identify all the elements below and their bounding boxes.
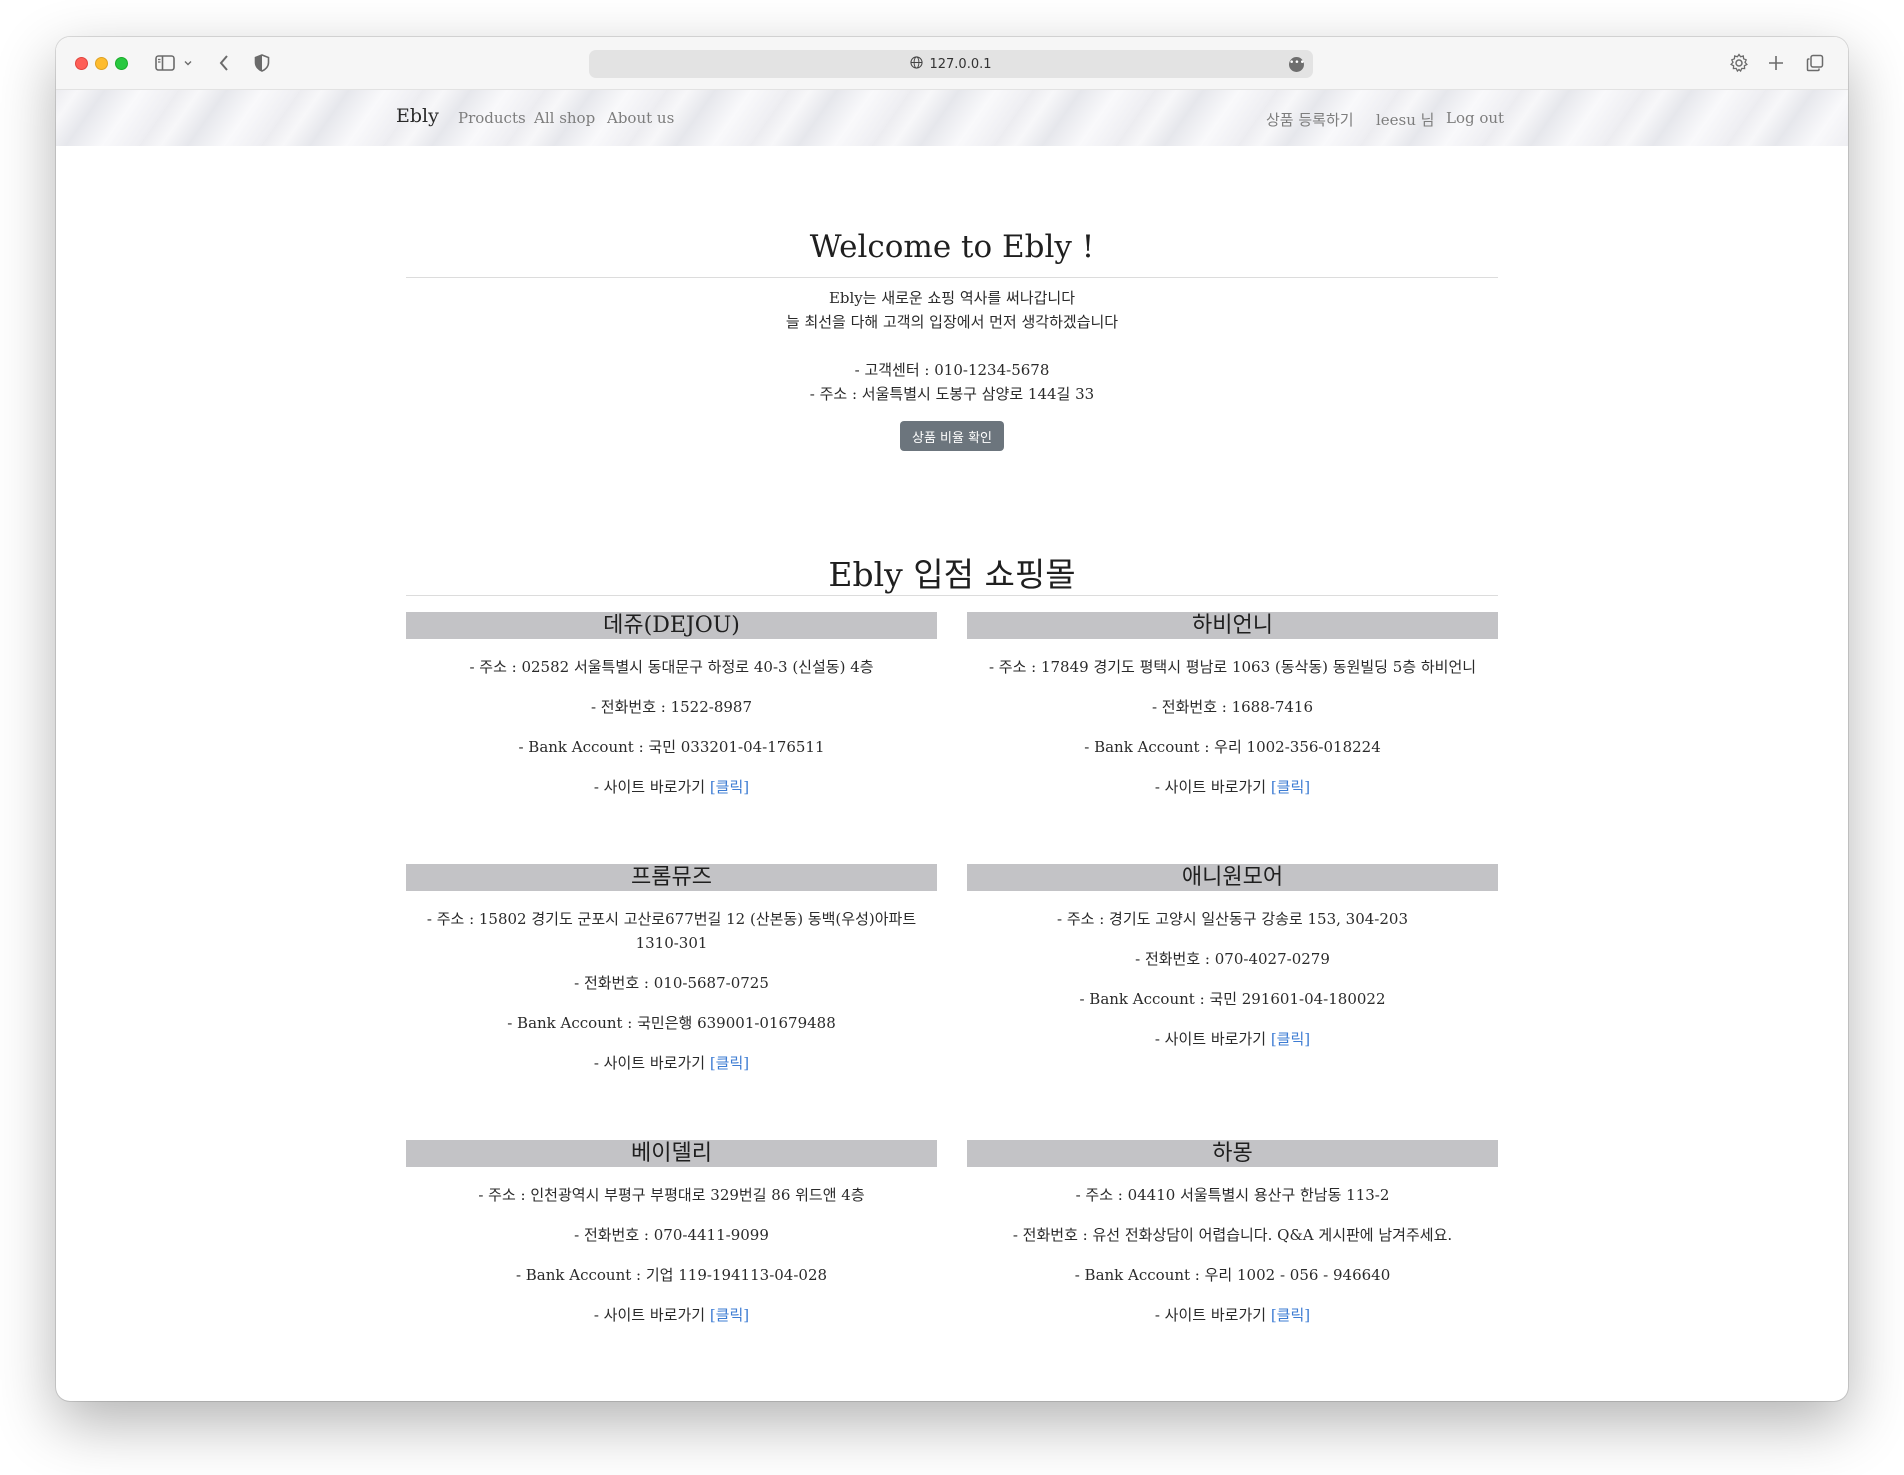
site-link-label: - 사이트 바로가기 [1154, 778, 1271, 796]
mall-site-row: - 사이트 바로가기 [클릭] [979, 775, 1486, 799]
mall-site-row: - 사이트 바로가기 [클릭] [418, 1051, 925, 1075]
mall-bank-account: - Bank Account : 우리 1002-356-018224 [1084, 738, 1381, 756]
back-arrow-icon[interactable] [214, 51, 234, 75]
mall-name: 데쥬(DEJOU) [406, 612, 937, 639]
mall-address: - 주소 : 02582 서울특별시 동대문구 하정로 40-3 (신설동) 4… [469, 658, 874, 676]
customer-center: - 고객센터 : 010-1234-5678 [854, 361, 1050, 379]
sidebar-toggle-icon[interactable] [154, 51, 176, 75]
browser-window: 127.0.0.1 ••• Ebly Products All shop Abo… [56, 37, 1848, 1401]
nav-user[interactable]: leesu 님 [1376, 109, 1434, 130]
mall-card: 프롬뮤즈 - 주소 : 15802 경기도 군포시 고산로677번길 12 (산… [406, 864, 937, 1075]
mall-site-row: - 사이트 바로가기 [클릭] [979, 1303, 1486, 1327]
mall-site-row: - 사이트 바로가기 [클릭] [979, 1027, 1486, 1051]
mall-bank-account: - Bank Account : 국민은행 639001-01679488 [507, 1014, 836, 1032]
mall-card: 애니원모어 - 주소 : 경기도 고양시 일산동구 강송로 153, 304-2… [967, 864, 1498, 1051]
globe-icon [910, 55, 924, 73]
mall-address: - 주소 : 인천광역시 부평구 부평대로 329번길 86 위드앤 4층 [478, 1186, 865, 1204]
mall-address: - 주소 : 15802 경기도 군포시 고산로677번길 12 (산본동) 동… [426, 910, 917, 952]
company-address: - 주소 : 서울특별시 도봉구 삼양로 144길 33 [809, 385, 1095, 403]
settings-gear-icon[interactable] [1728, 51, 1750, 75]
divider [406, 277, 1498, 278]
more-options-icon[interactable]: ••• [1289, 57, 1305, 72]
mall-name: 하몽 [967, 1140, 1498, 1167]
mall-card: 하비언니 - 주소 : 17849 경기도 평택시 평남로 1063 (동삭동)… [967, 612, 1498, 799]
mall-phone: - 전화번호 : 010-5687-0725 [574, 974, 769, 992]
welcome-title: Welcome to Ebly ! [809, 229, 1095, 265]
mall-site-row: - 사이트 바로가기 [클릭] [418, 775, 925, 799]
intro-line-2: 늘 최선을 다해 고객의 입장에서 먼저 생각하겠습니다 [785, 313, 1119, 331]
malls-title: Ebly 입점 쇼핑몰 [828, 555, 1076, 594]
zoom-window-button[interactable] [115, 57, 128, 70]
mall-phone: - 전화번호 : 070-4027-0279 [1135, 950, 1330, 968]
mall-bank-account: - Bank Account : 국민 033201-04-176511 [518, 738, 825, 756]
mall-bank-account: - Bank Account : 우리 1002 - 056 - 946640 [1074, 1266, 1391, 1284]
mall-name: 프롬뮤즈 [406, 864, 937, 891]
site-link-label: - 사이트 바로가기 [1154, 1306, 1271, 1324]
site-navbar: Ebly Products All shop About us 상품 등록하기 … [56, 90, 1848, 146]
mall-address: - 주소 : 04410 서울특별시 용산구 한남동 113-2 [1075, 1186, 1390, 1204]
minimize-window-button[interactable] [95, 57, 108, 70]
mall-site-row: - 사이트 바로가기 [클릭] [418, 1303, 925, 1327]
site-link-label: - 사이트 바로가기 [593, 1306, 710, 1324]
mall-phone: - 전화번호 : 유선 전화상담이 어렵습니다. Q&A 게시판에 남겨주세요. [1012, 1226, 1453, 1244]
mall-card: 데쥬(DEJOU) - 주소 : 02582 서울특별시 동대문구 하정로 40… [406, 612, 937, 799]
divider [406, 595, 1498, 596]
nav-products[interactable]: Products [458, 109, 526, 127]
product-ratio-button[interactable]: 상품 비율 확인 [900, 421, 1004, 451]
site-link[interactable]: [클릭] [1271, 1306, 1310, 1324]
brand-logo[interactable]: Ebly [396, 105, 439, 127]
nav-all-shop[interactable]: All shop [534, 109, 595, 127]
intro-line-1: Ebly는 새로운 쇼핑 역사를 써나갑니다 [828, 289, 1076, 307]
close-window-button[interactable] [75, 57, 88, 70]
site-link-label: - 사이트 바로가기 [593, 1054, 710, 1072]
shield-icon[interactable] [252, 51, 272, 75]
mall-phone: - 전화번호 : 1688-7416 [1151, 698, 1314, 716]
browser-toolbar: 127.0.0.1 ••• [56, 37, 1848, 90]
site-link-label: - 사이트 바로가기 [1154, 1030, 1271, 1048]
site-link[interactable]: [클릭] [710, 1054, 749, 1072]
mall-name: 베이델리 [406, 1140, 937, 1167]
tab-overview-icon[interactable] [1804, 51, 1826, 75]
site-link[interactable]: [클릭] [710, 778, 749, 796]
mall-phone: - 전화번호 : 1522-8987 [590, 698, 753, 716]
mall-bank-account: - Bank Account : 기업 119-194113-04-028 [515, 1266, 828, 1284]
site-link[interactable]: [클릭] [1271, 778, 1310, 796]
site-link[interactable]: [클릭] [1271, 1030, 1310, 1048]
url-text: 127.0.0.1 [929, 56, 992, 72]
site-link-label: - 사이트 바로가기 [593, 778, 710, 796]
nav-logout[interactable]: Log out [1446, 109, 1504, 127]
address-bar[interactable]: 127.0.0.1 ••• [589, 50, 1313, 78]
mall-address: - 주소 : 경기도 고양시 일산동구 강송로 153, 304-203 [1057, 910, 1408, 928]
site-link[interactable]: [클릭] [710, 1306, 749, 1324]
mall-phone: - 전화번호 : 070-4411-9099 [574, 1226, 769, 1244]
chevron-down-icon[interactable] [182, 51, 194, 75]
new-tab-plus-icon[interactable] [1766, 51, 1786, 75]
mall-card: 하몽 - 주소 : 04410 서울특별시 용산구 한남동 113-2 - 전화… [967, 1140, 1498, 1327]
nav-about-us[interactable]: About us [607, 109, 674, 127]
mall-name: 애니원모어 [967, 864, 1498, 891]
mall-address: - 주소 : 17849 경기도 평택시 평남로 1063 (동삭동) 동원빌딩… [988, 658, 1477, 676]
mall-name: 하비언니 [967, 612, 1498, 639]
nav-register-product[interactable]: 상품 등록하기 [1266, 109, 1354, 130]
mall-card: 베이델리 - 주소 : 인천광역시 부평구 부평대로 329번길 86 위드앤 … [406, 1140, 937, 1327]
mall-bank-account: - Bank Account : 국민 291601-04-180022 [1079, 990, 1386, 1008]
